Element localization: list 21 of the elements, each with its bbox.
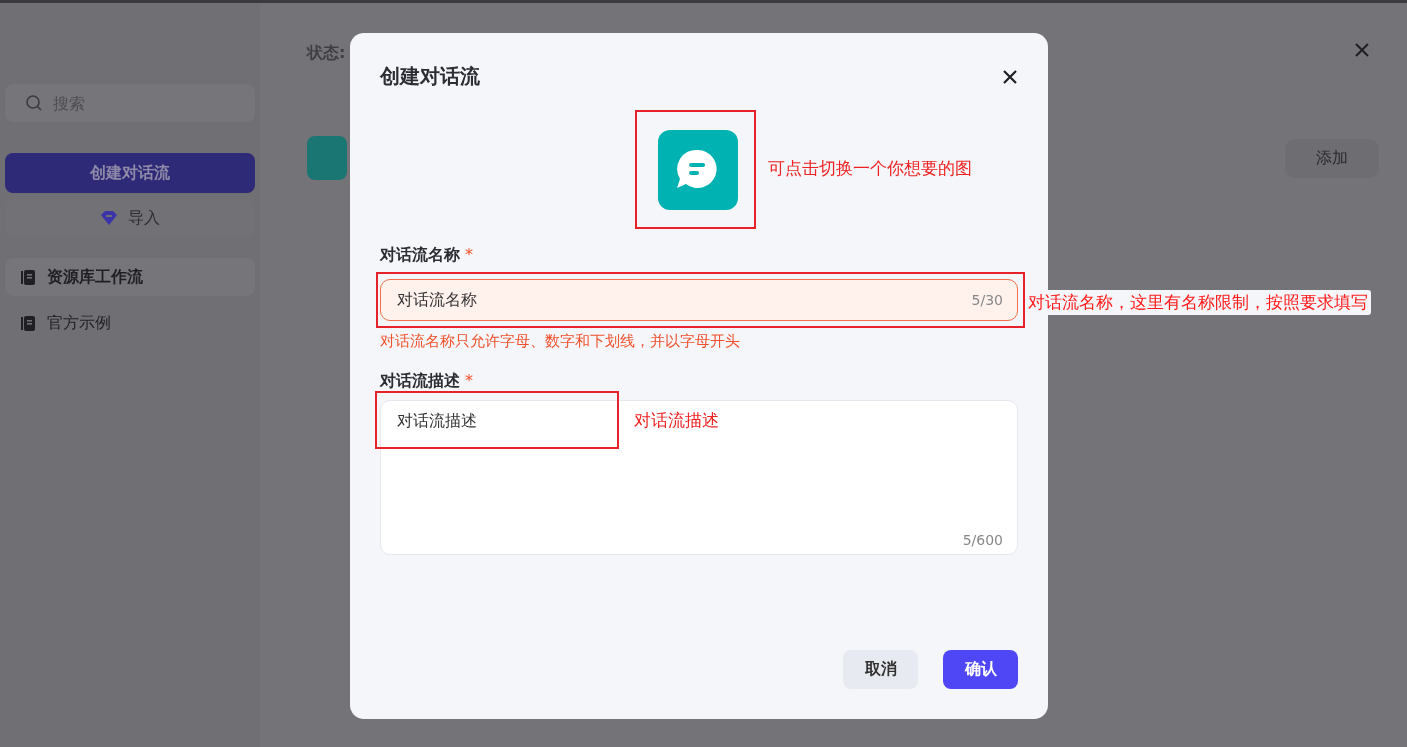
- dialog-title: 创建对话流: [380, 63, 480, 90]
- sidebar-item[interactable]: 官方示例: [5, 304, 255, 342]
- book-icon: [21, 269, 35, 285]
- confirm-button[interactable]: 确认: [943, 650, 1018, 689]
- required-mark: *: [465, 245, 473, 264]
- search-icon: [25, 94, 43, 112]
- field-label: 对话流名称: [380, 245, 460, 266]
- required-mark: *: [465, 371, 473, 390]
- annotation-text: 对话流描述: [634, 409, 719, 432]
- create-dialog-flow-button[interactable]: 创建对话流: [5, 153, 255, 193]
- sidebar-item[interactable]: 资源库工作流: [5, 258, 255, 296]
- book-icon: [21, 315, 35, 331]
- field-label: 对话流描述: [380, 371, 460, 392]
- name-input-field[interactable]: 对话流名称 5/30: [380, 279, 1018, 321]
- error-message: 对话流名称只允许字母、数字和下划线，并以字母开头: [380, 332, 741, 351]
- close-icon[interactable]: [1002, 68, 1018, 85]
- add-button[interactable]: 添加: [1285, 138, 1379, 178]
- annotation-text: 对话流名称，这里有名称限制，按照要求填写: [1025, 290, 1371, 315]
- cancel-button[interactable]: 取消: [843, 650, 918, 689]
- annotation-text: 可点击切换一个你想要的图: [767, 157, 972, 180]
- gem-icon: [100, 210, 118, 226]
